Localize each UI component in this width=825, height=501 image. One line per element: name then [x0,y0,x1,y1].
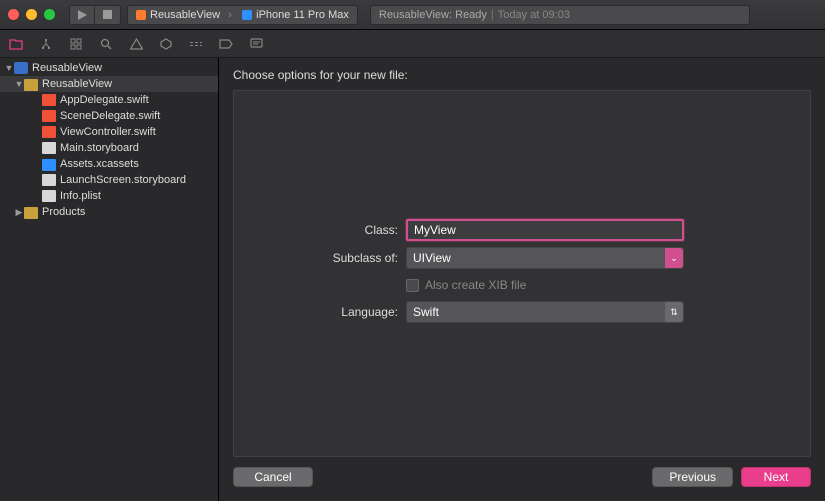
breakpoint-navigator-tab[interactable] [218,36,234,52]
language-popup[interactable]: Swift ⇅ [406,301,684,323]
titlebar: ReusableView › iPhone 11 Pro Max Reusabl… [0,0,825,30]
project-icon [14,62,28,74]
scheme-target-label: ReusableView [150,9,220,21]
file-node[interactable]: Assets.xcassets [0,156,218,172]
run-button[interactable] [69,5,95,25]
storyboard-file-icon [42,174,56,186]
language-value: Swift [413,305,439,319]
file-name: ViewController.swift [60,126,156,138]
debug-navigator-tab[interactable] [188,36,204,52]
report-navigator-tab[interactable] [248,36,264,52]
sheet-title: Choose options for your new file: [219,58,825,90]
file-node[interactable]: SceneDelegate.swift [0,108,218,124]
file-node[interactable]: LaunchScreen.storyboard [0,172,218,188]
file-name: Main.storyboard [60,142,139,154]
xib-label: Also create XIB file [425,278,526,292]
navigator-tabs [0,30,825,58]
xib-checkbox[interactable] [406,279,419,292]
subclass-label: Subclass of: [234,251,406,265]
status-separator: | [491,9,494,21]
status-time: Today at 09:03 [498,9,570,21]
status-state: Ready [455,9,487,21]
file-node[interactable]: ViewController.swift [0,124,218,140]
group-name: ReusableView [42,78,112,90]
sheet-body: Class: Subclass of: UIView ⌄ Also create… [233,90,811,457]
disclosure-triangle-icon[interactable]: ▼ [4,63,14,73]
find-navigator-tab[interactable] [98,36,114,52]
new-file-sheet: Choose options for your new file: Class:… [219,58,825,501]
project-navigator-tab[interactable] [8,36,24,52]
file-name: Info.plist [60,190,101,202]
disclosure-triangle-icon[interactable]: ▼ [14,79,24,89]
issue-navigator-tab[interactable] [128,36,144,52]
products-name: Products [42,206,85,218]
file-name: Assets.xcassets [60,158,139,170]
status-project: ReusableView: [379,9,452,21]
source-control-navigator-tab[interactable] [38,36,54,52]
project-name: ReusableView [32,62,102,74]
language-label: Language: [234,305,406,319]
device-icon [242,10,252,20]
file-node[interactable]: Main.storyboard [0,140,218,156]
products-node[interactable]: ▶ Products [0,204,218,220]
disclosure-triangle-icon[interactable]: ▶ [14,207,24,218]
class-label: Class: [234,223,406,237]
folder-icon [24,207,38,219]
swift-file-icon [42,126,56,138]
scheme-selector[interactable]: ReusableView › iPhone 11 Pro Max [127,5,358,25]
assets-folder-icon [42,159,56,171]
sheet-footer: Cancel Previous Next [219,467,825,501]
activity-status: ReusableView: Ready | Today at 09:03 [370,5,750,25]
project-navigator: ▼ ReusableView ▼ ReusableView AppDelegat… [0,58,219,501]
minimize-window-button[interactable] [26,9,37,20]
file-name: AppDelegate.swift [60,94,149,106]
window-controls [8,9,55,20]
close-window-button[interactable] [8,9,19,20]
zoom-window-button[interactable] [44,9,55,20]
scheme-device-label: iPhone 11 Pro Max [256,9,349,21]
file-name: SceneDelegate.swift [60,110,160,122]
storyboard-file-icon [42,142,56,154]
target-icon [136,10,146,20]
cancel-button[interactable]: Cancel [233,467,313,487]
run-stop-group [69,5,121,25]
updown-icon: ⇅ [665,302,683,322]
subclass-combobox[interactable]: UIView ⌄ [406,247,684,269]
swift-file-icon [42,110,56,122]
file-name: LaunchScreen.storyboard [60,174,186,186]
subclass-value: UIView [413,251,451,265]
stop-button[interactable] [95,5,121,25]
file-node[interactable]: AppDelegate.swift [0,92,218,108]
plist-file-icon [42,190,56,202]
group-node[interactable]: ▼ ReusableView [0,76,218,92]
swift-file-icon [42,94,56,106]
project-node[interactable]: ▼ ReusableView [0,60,218,76]
next-button[interactable]: Next [741,467,811,487]
symbol-navigator-tab[interactable] [68,36,84,52]
chevron-down-icon: ⌄ [665,248,683,268]
test-navigator-tab[interactable] [158,36,174,52]
class-name-input[interactable] [406,219,684,241]
file-node[interactable]: Info.plist [0,188,218,204]
previous-button[interactable]: Previous [652,467,733,487]
folder-icon [24,79,38,91]
